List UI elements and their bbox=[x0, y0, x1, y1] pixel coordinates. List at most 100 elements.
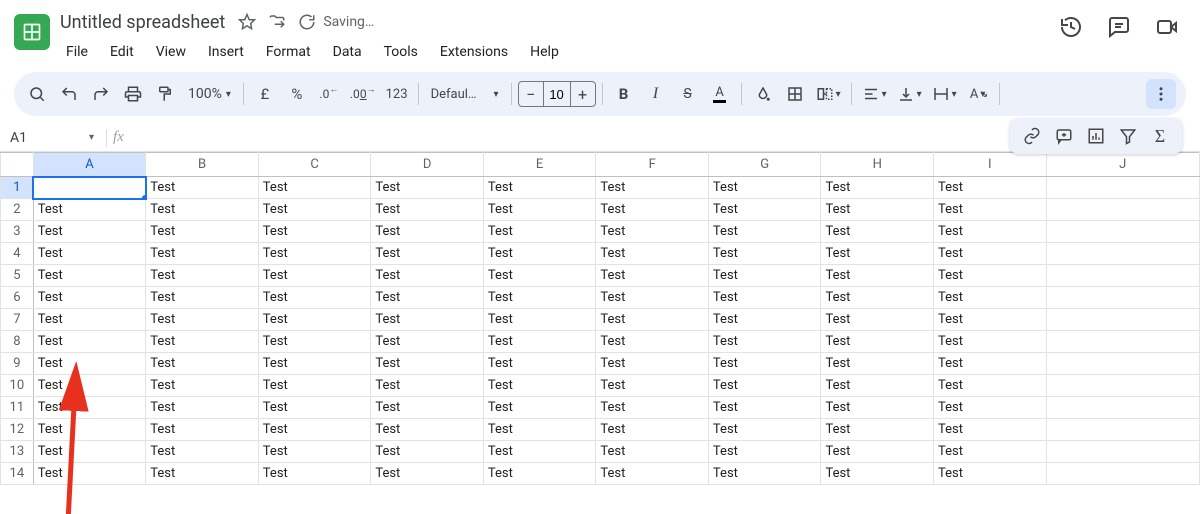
move-icon[interactable] bbox=[267, 12, 287, 32]
functions-icon[interactable]: Σ bbox=[1146, 122, 1174, 150]
cell-B11[interactable]: Test bbox=[146, 397, 259, 419]
column-header-G[interactable]: G bbox=[708, 153, 821, 177]
cell-E9[interactable]: Test bbox=[483, 353, 596, 375]
cell-A7[interactable]: Test bbox=[33, 309, 146, 331]
column-header-C[interactable]: C bbox=[258, 153, 371, 177]
cell-D9[interactable]: Test bbox=[371, 353, 484, 375]
cell-H7[interactable]: Test bbox=[821, 309, 934, 331]
column-header-J[interactable]: J bbox=[1046, 153, 1199, 177]
merge-cells-button[interactable] bbox=[812, 79, 845, 109]
cell-I12[interactable]: Test bbox=[933, 419, 1046, 441]
insert-comment-icon[interactable] bbox=[1050, 122, 1078, 150]
star-icon[interactable] bbox=[237, 12, 257, 32]
text-color-button[interactable]: A bbox=[705, 79, 735, 109]
cell-J6[interactable] bbox=[1046, 287, 1199, 309]
cell-F11[interactable]: Test bbox=[596, 397, 709, 419]
paint-format-icon[interactable] bbox=[150, 79, 180, 109]
cell-D7[interactable]: Test bbox=[371, 309, 484, 331]
cell-H3[interactable]: Test bbox=[821, 221, 934, 243]
cell-C11[interactable]: Test bbox=[258, 397, 371, 419]
cell-E8[interactable]: Test bbox=[483, 331, 596, 353]
font-size-input[interactable] bbox=[543, 82, 571, 106]
font-family-dropdown[interactable]: Defaul… bbox=[425, 79, 505, 109]
cell-J9[interactable] bbox=[1046, 353, 1199, 375]
cell-E10[interactable]: Test bbox=[483, 375, 596, 397]
cell-J2[interactable] bbox=[1046, 199, 1199, 221]
cell-G12[interactable]: Test bbox=[708, 419, 821, 441]
cell-J5[interactable] bbox=[1046, 265, 1199, 287]
print-icon[interactable] bbox=[118, 79, 148, 109]
search-icon[interactable] bbox=[22, 79, 52, 109]
cell-B2[interactable]: Test bbox=[146, 199, 259, 221]
row-header-4[interactable]: 4 bbox=[1, 243, 34, 265]
menu-view[interactable]: View bbox=[148, 40, 194, 64]
cell-E7[interactable]: Test bbox=[483, 309, 596, 331]
cell-D8[interactable]: Test bbox=[371, 331, 484, 353]
cell-E5[interactable]: Test bbox=[483, 265, 596, 287]
text-wrap-button[interactable] bbox=[928, 79, 961, 109]
cell-G4[interactable]: Test bbox=[708, 243, 821, 265]
cell-C10[interactable]: Test bbox=[258, 375, 371, 397]
cell-F6[interactable]: Test bbox=[596, 287, 709, 309]
cell-B10[interactable]: Test bbox=[146, 375, 259, 397]
cell-I7[interactable]: Test bbox=[933, 309, 1046, 331]
cell-D14[interactable]: Test bbox=[371, 463, 484, 485]
currency-button[interactable]: £ bbox=[250, 79, 280, 109]
cell-H6[interactable]: Test bbox=[821, 287, 934, 309]
cell-J12[interactable] bbox=[1046, 419, 1199, 441]
cell-H12[interactable]: Test bbox=[821, 419, 934, 441]
cell-F12[interactable]: Test bbox=[596, 419, 709, 441]
font-size-increase[interactable]: + bbox=[571, 85, 595, 104]
cell-C9[interactable]: Test bbox=[258, 353, 371, 375]
cell-I14[interactable]: Test bbox=[933, 463, 1046, 485]
row-header-11[interactable]: 11 bbox=[1, 397, 34, 419]
cell-C13[interactable]: Test bbox=[258, 441, 371, 463]
cell-E13[interactable]: Test bbox=[483, 441, 596, 463]
strikethrough-button[interactable]: S bbox=[673, 79, 703, 109]
cell-E4[interactable]: Test bbox=[483, 243, 596, 265]
row-header-7[interactable]: 7 bbox=[1, 309, 34, 331]
italic-button[interactable]: I bbox=[641, 79, 671, 109]
cell-A5[interactable]: Test bbox=[33, 265, 146, 287]
cell-G10[interactable]: Test bbox=[708, 375, 821, 397]
cell-G3[interactable]: Test bbox=[708, 221, 821, 243]
cell-C4[interactable]: Test bbox=[258, 243, 371, 265]
cell-D4[interactable]: Test bbox=[371, 243, 484, 265]
cell-I2[interactable]: Test bbox=[933, 199, 1046, 221]
fill-color-button[interactable] bbox=[748, 79, 778, 109]
cell-F7[interactable]: Test bbox=[596, 309, 709, 331]
column-header-F[interactable]: F bbox=[596, 153, 709, 177]
document-title[interactable]: Untitled spreadsheet bbox=[58, 12, 227, 33]
menu-help[interactable]: Help bbox=[522, 40, 567, 64]
cell-H1[interactable]: Test bbox=[821, 177, 934, 199]
cell-J10[interactable] bbox=[1046, 375, 1199, 397]
cell-H14[interactable]: Test bbox=[821, 463, 934, 485]
cell-G9[interactable]: Test bbox=[708, 353, 821, 375]
cell-C7[interactable]: Test bbox=[258, 309, 371, 331]
fx-icon[interactable]: fx bbox=[113, 129, 124, 146]
cell-H4[interactable]: Test bbox=[821, 243, 934, 265]
cell-H8[interactable]: Test bbox=[821, 331, 934, 353]
spreadsheet-grid[interactable]: ABCDEFGHIJ1TestTestTestTestTestTestTestT… bbox=[0, 152, 1200, 485]
row-header-10[interactable]: 10 bbox=[1, 375, 34, 397]
cell-F2[interactable]: Test bbox=[596, 199, 709, 221]
number-format-button[interactable]: 123 bbox=[382, 79, 412, 109]
menu-format[interactable]: Format bbox=[258, 40, 319, 64]
cell-E6[interactable]: Test bbox=[483, 287, 596, 309]
cell-J8[interactable] bbox=[1046, 331, 1199, 353]
cell-I9[interactable]: Test bbox=[933, 353, 1046, 375]
decrease-decimal-button[interactable]: .0← bbox=[314, 79, 344, 109]
cell-D6[interactable]: Test bbox=[371, 287, 484, 309]
column-header-H[interactable]: H bbox=[821, 153, 934, 177]
menu-insert[interactable]: Insert bbox=[200, 40, 252, 64]
meet-icon[interactable] bbox=[1154, 14, 1180, 40]
row-header-13[interactable]: 13 bbox=[1, 441, 34, 463]
cell-I5[interactable]: Test bbox=[933, 265, 1046, 287]
cell-A4[interactable]: Test bbox=[33, 243, 146, 265]
cell-F1[interactable]: Test bbox=[596, 177, 709, 199]
cell-B1[interactable]: Test bbox=[146, 177, 259, 199]
borders-button[interactable] bbox=[780, 79, 810, 109]
cell-J14[interactable] bbox=[1046, 463, 1199, 485]
cell-J13[interactable] bbox=[1046, 441, 1199, 463]
cell-D12[interactable]: Test bbox=[371, 419, 484, 441]
